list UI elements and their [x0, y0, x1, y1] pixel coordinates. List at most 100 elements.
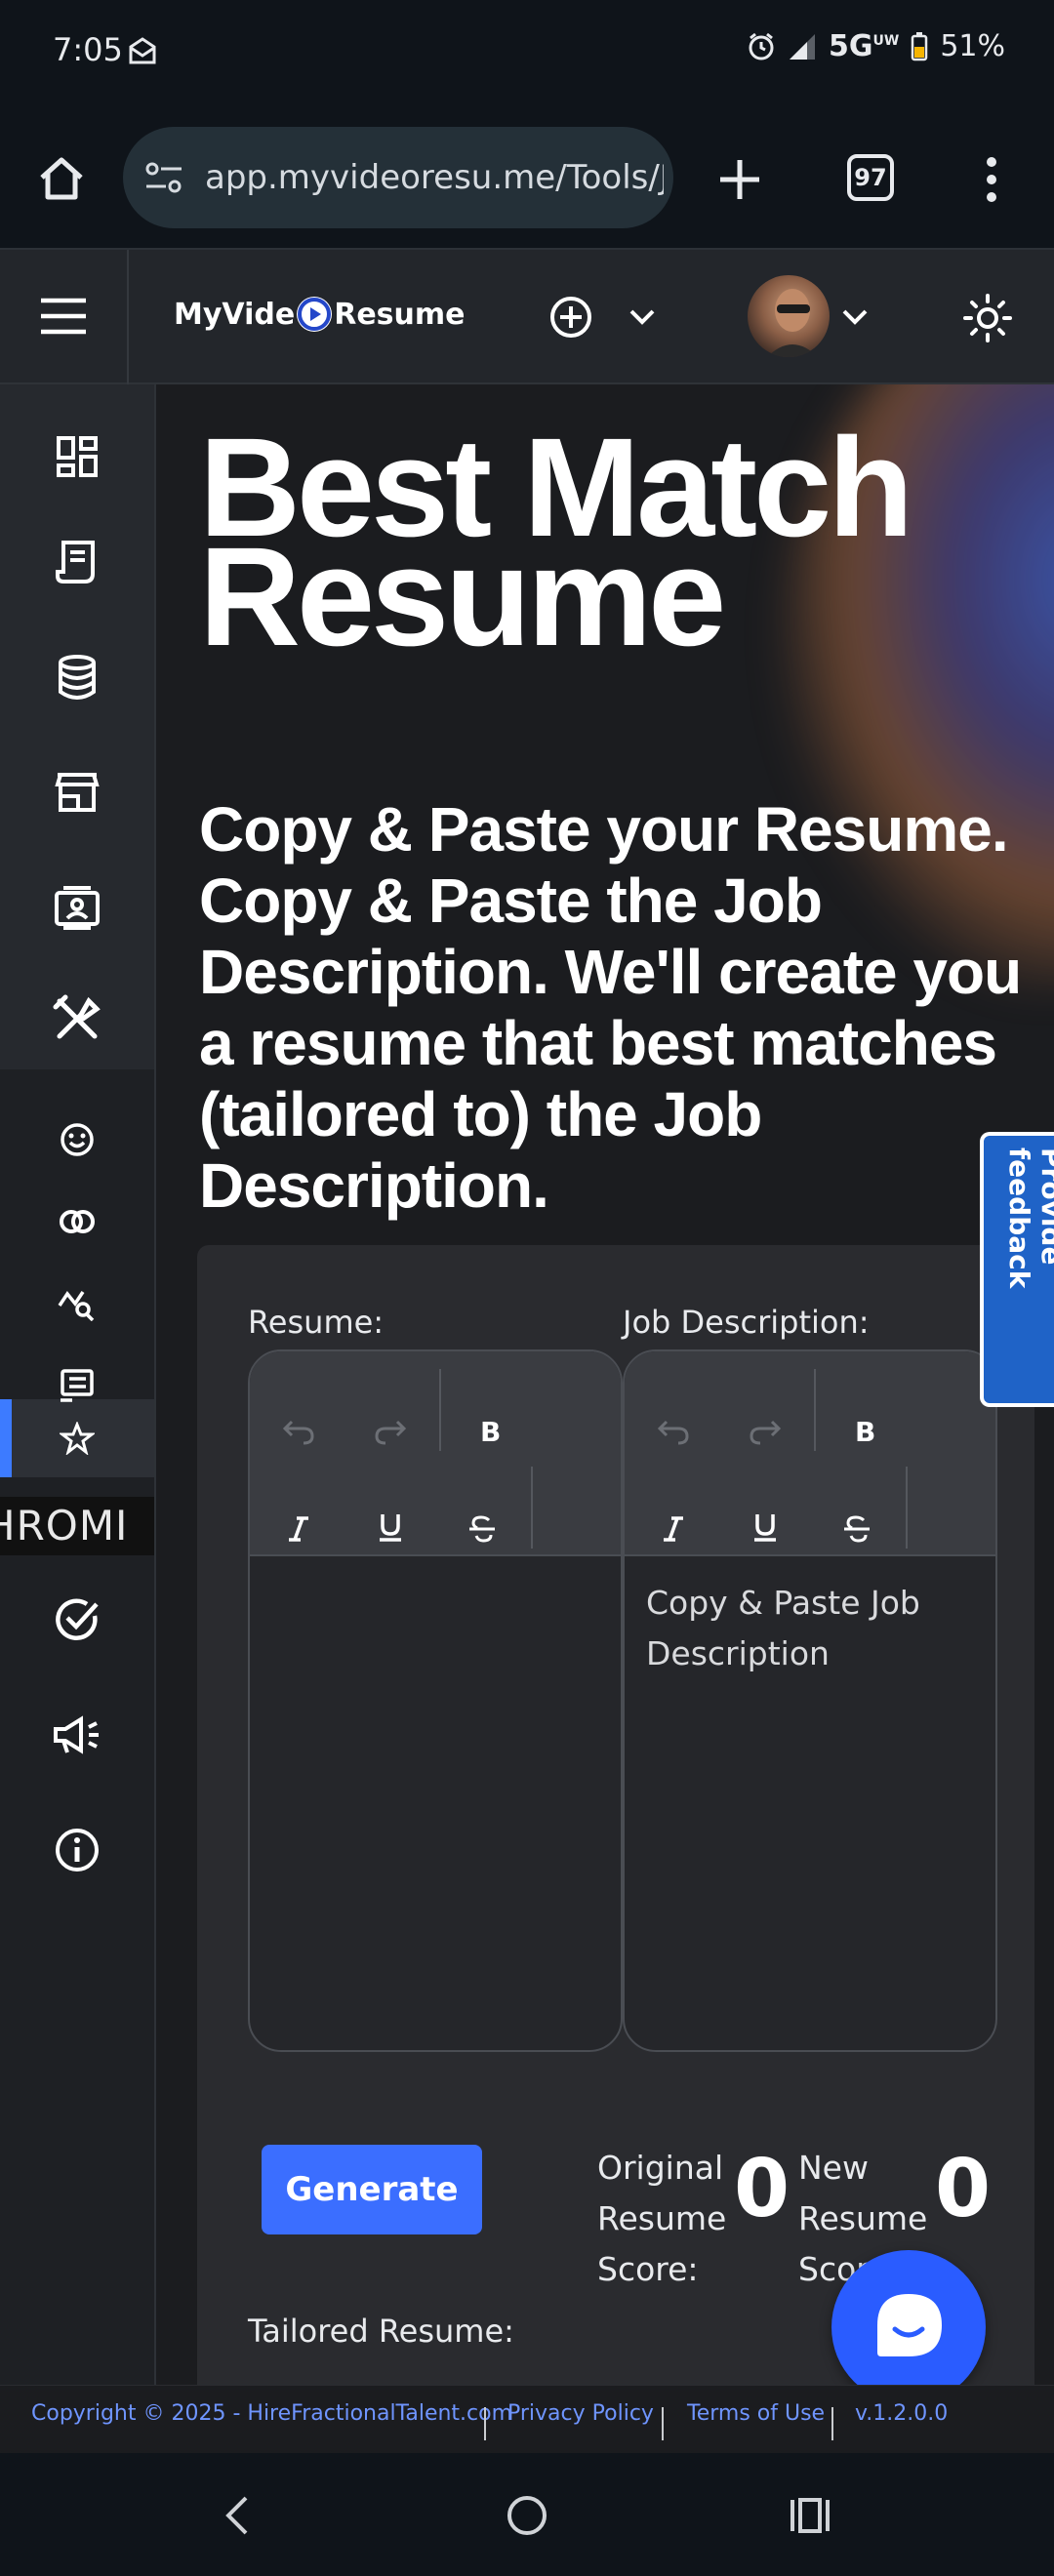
smiley-icon [61, 1123, 94, 1156]
undo-button[interactable] [644, 1402, 703, 1461]
tools-icon [53, 994, 101, 1039]
italic-icon [664, 1516, 683, 1542]
header-divider [127, 250, 129, 384]
original-score-value: 0 [734, 2143, 790, 2235]
bold-button[interactable]: B [835, 1402, 894, 1461]
status-time: 7:05 [53, 31, 123, 68]
sidebar-item-documents[interactable] [0, 523, 154, 601]
footer-separator [484, 2407, 486, 2440]
sidebar-item-best-match[interactable] [0, 1409, 154, 1468]
underline-button[interactable] [361, 1498, 420, 1556]
home-circle-icon[interactable] [506, 2494, 548, 2537]
mail-notification-icon [129, 37, 156, 64]
feedback-tab[interactable]: Provide feedback [980, 1132, 1054, 1407]
chart-search-icon [58, 1291, 95, 1321]
hamburger-menu-icon[interactable] [39, 297, 88, 336]
generate-button[interactable]: Generate [262, 2145, 482, 2234]
sidebar-item-announcements[interactable] [0, 1696, 154, 1774]
toolbar-separator [906, 1467, 908, 1549]
sidebar-item-analysis[interactable] [0, 1274, 154, 1333]
feedback-label: Provide feedback [1003, 1147, 1054, 1289]
store-icon [55, 773, 100, 812]
footer-separator [662, 2407, 664, 2440]
database-icon [59, 655, 96, 700]
chevron-down-icon[interactable] [841, 308, 869, 326]
original-score-label: Original Resume Score: [597, 2149, 727, 2288]
svg-text:B: B [480, 1418, 501, 1445]
dashboard-icon [57, 436, 98, 477]
job-description-input[interactable]: Copy & Paste Job Description [646, 1578, 978, 1679]
contact-card-icon [55, 886, 100, 930]
address-bar[interactable]: app.myvideoresu.me/Tools/J [123, 127, 673, 228]
copyright-link[interactable]: Copyright © 2025 - HireFractionalTalent.… [31, 2401, 512, 2426]
page-title: Best Match Resume [199, 409, 913, 675]
sidebar-item-dashboard[interactable] [0, 418, 154, 496]
sidebar: HROMI [0, 384, 156, 2385]
sidebar-item-interview[interactable] [0, 1110, 154, 1169]
svg-text:B: B [855, 1418, 875, 1445]
undo-button[interactable] [269, 1402, 328, 1461]
sidebar-item-store[interactable] [0, 753, 154, 831]
underline-icon [754, 1514, 776, 1542]
strikethrough-button[interactable] [828, 1500, 886, 1558]
underline-icon [380, 1514, 401, 1542]
redo-icon [750, 1420, 782, 1445]
sidebar-item-checks[interactable] [0, 1581, 154, 1659]
italic-button[interactable] [644, 1500, 703, 1558]
chat-icon [877, 2294, 942, 2356]
site-settings-icon[interactable] [144, 160, 183, 195]
job-description-label: Job Description: [623, 1304, 870, 1341]
app-header: MyVide Resume [0, 250, 1054, 384]
theme-toggle-icon[interactable] [962, 293, 1013, 343]
check-circle-icon [56, 1598, 99, 1640]
italic-button[interactable] [269, 1500, 328, 1558]
undo-icon [282, 1420, 314, 1445]
sidebar-item-resume-list[interactable] [0, 1356, 154, 1415]
document-icon [56, 541, 95, 584]
add-circle-icon[interactable] [548, 295, 593, 340]
home-icon[interactable] [37, 156, 86, 201]
resume-editor-toolbar: B [250, 1351, 621, 1556]
strikethrough-button[interactable] [453, 1500, 511, 1558]
resume-editor[interactable]: B [248, 1349, 623, 2052]
sidebar-item-info[interactable] [0, 1811, 154, 1889]
overlap-circles-icon [60, 1210, 95, 1233]
strikethrough-icon [844, 1515, 870, 1543]
sidebar-item-compare[interactable] [0, 1192, 154, 1251]
star-icon [60, 1422, 95, 1455]
terms-of-use-link[interactable]: Terms of Use [687, 2401, 825, 2426]
bold-icon: B [855, 1418, 875, 1445]
sidebar-item-database[interactable] [0, 638, 154, 716]
system-nav-bar [0, 2453, 1054, 2576]
chrome-banner: HROMI [0, 1497, 154, 1555]
bold-button[interactable]: B [461, 1402, 519, 1461]
chevron-down-icon[interactable] [628, 308, 656, 326]
new-score-value: 0 [935, 2143, 992, 2235]
tailored-resume-label: Tailored Resume: [248, 2313, 514, 2350]
tab-switcher-button[interactable]: 97 [847, 154, 894, 201]
toolbar-separator [814, 1369, 816, 1451]
new-tab-icon[interactable] [718, 158, 761, 201]
job-description-editor[interactable]: B Copy & Paste Job Description [623, 1349, 997, 2052]
avatar[interactable] [748, 275, 830, 357]
bold-icon: B [480, 1418, 501, 1445]
redo-button[interactable] [736, 1402, 794, 1461]
app-logo[interactable]: MyVide Resume [174, 297, 466, 332]
battery-icon [912, 31, 928, 60]
privacy-policy-link[interactable]: Privacy Policy [507, 2401, 654, 2426]
redo-button[interactable] [361, 1402, 420, 1461]
underline-button[interactable] [736, 1498, 794, 1556]
sidebar-item-tools[interactable] [0, 980, 154, 1058]
back-icon[interactable] [223, 2494, 252, 2537]
chat-button[interactable] [831, 2250, 986, 2404]
toolbar-separator [439, 1369, 441, 1451]
battery-percent: 51% [940, 29, 1005, 63]
italic-icon [289, 1516, 308, 1542]
sidebar-item-contacts[interactable] [0, 868, 154, 946]
more-menu-icon[interactable] [982, 156, 1001, 203]
strikethrough-icon [469, 1515, 495, 1543]
toolbar-separator [531, 1467, 533, 1549]
version-label: v.1.2.0.0 [855, 2401, 949, 2426]
recents-icon[interactable] [789, 2496, 831, 2535]
undo-icon [657, 1420, 689, 1445]
